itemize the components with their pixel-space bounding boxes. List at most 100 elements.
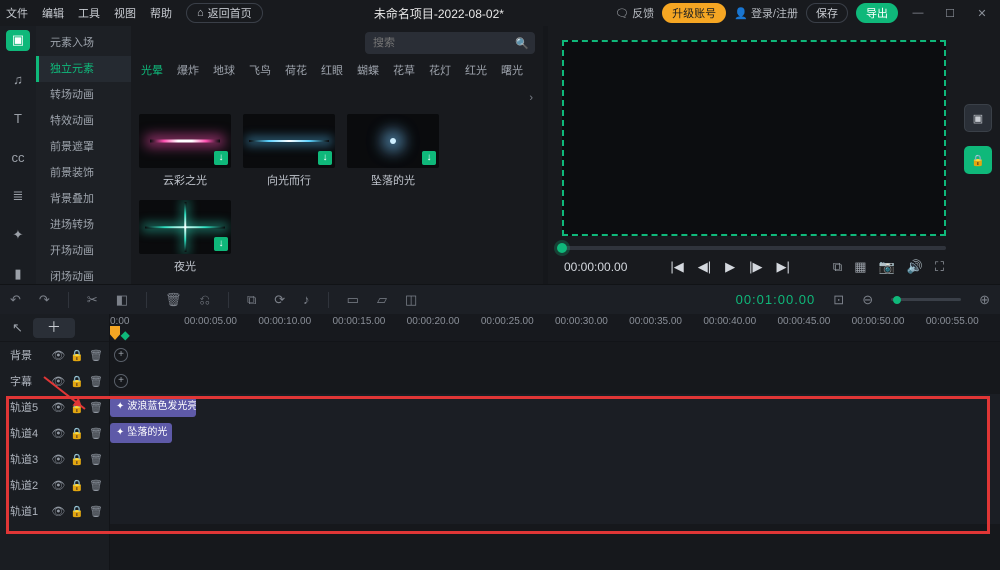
tag-item[interactable]: 曙光 [501,62,523,78]
playhead[interactable] [110,326,120,340]
timeline-clip[interactable]: ✦波浪蓝色发光亮片 [110,397,196,417]
download-icon[interactable]: ↓ [214,151,228,165]
track-lane[interactable]: + [110,342,1000,368]
track-lane[interactable] [110,446,1000,472]
fit-screen-button[interactable]: ▣ [964,104,992,132]
menu-edit[interactable]: 编辑 [42,5,64,21]
save-button[interactable]: 保存 [806,3,848,23]
asset-thumbnail[interactable]: ↓坠落的光 [347,114,439,188]
ungroup-icon[interactable]: ▱ [377,292,387,308]
category-item[interactable]: 前景遮罩 [36,134,131,160]
tag-item[interactable]: 光晕 [141,62,163,78]
lock-icon[interactable]: 🔒 [70,505,84,518]
visibility-icon[interactable]: 👁 [51,453,65,466]
delete-track-icon[interactable]: 🗑 [89,505,103,518]
crop-icon[interactable]: ⧉ [247,292,256,308]
rail-text-icon[interactable]: T [6,108,30,129]
visibility-icon[interactable]: 👁 [51,505,65,518]
category-item[interactable]: 前景装饰 [36,160,131,186]
next-frame-icon[interactable]: |▶ [749,259,762,275]
delete-track-icon[interactable]: 🗑 [89,349,103,362]
maximize-icon[interactable]: ☐ [938,7,962,20]
track-lane[interactable] [110,498,1000,524]
tag-item[interactable]: 爆炸 [177,62,199,78]
lock-icon[interactable]: 🔒 [70,453,84,466]
rail-folder-icon[interactable]: ▮ [6,263,30,284]
rail-media-icon[interactable]: ▣ [6,30,30,51]
tag-item[interactable]: 蝴蝶 [357,62,379,78]
track-lane[interactable] [110,472,1000,498]
lock-icon[interactable]: 🔒 [70,479,84,492]
add-clip-icon[interactable]: + [114,374,128,388]
visibility-icon[interactable]: 👁 [51,427,65,440]
progress-knob[interactable] [557,243,567,253]
tag-item[interactable]: 飞鸟 [249,62,271,78]
timeline-clip[interactable]: ✦坠落的光 [110,423,172,443]
layer-icon[interactable]: ◫ [405,292,417,308]
delete-track-icon[interactable]: 🗑 [89,375,103,388]
search-input[interactable] [373,37,515,49]
track-lane[interactable]: + [110,368,1000,394]
asset-thumbnail[interactable]: ↓云彩之光 [139,114,231,188]
menu-file[interactable]: 文件 [6,5,28,21]
ruler-marker[interactable]: ◆ [121,328,130,342]
search-icon[interactable]: 🔍 [515,37,529,50]
rail-caption-icon[interactable]: cc [6,147,30,168]
menu-view[interactable]: 视图 [114,5,136,21]
ripple-icon[interactable]: ⎌ [200,292,210,308]
rail-layers-icon[interactable]: ≣ [6,185,30,206]
track-lane[interactable]: ✦坠落的光 [110,420,1000,446]
lock-icon[interactable]: 🔒 [70,427,84,440]
download-icon[interactable]: ↓ [422,151,436,165]
return-home-button[interactable]: ⌂ 返回首页 [186,3,263,23]
goto-end-icon[interactable]: ▶| [777,259,790,275]
group-icon[interactable]: ▭ [347,292,359,308]
upgrade-button[interactable]: 升级账号 [662,3,726,23]
lock-icon[interactable]: 🔒 [70,375,84,388]
delete-track-icon[interactable]: 🗑 [89,453,103,466]
rail-effects-icon[interactable]: ✦ [6,224,30,245]
category-item[interactable]: 独立元素 [36,56,131,82]
marker-icon[interactable]: ◧ [116,292,128,308]
track-lane[interactable]: ✦波浪蓝色发光亮片 [110,394,1000,420]
prev-frame-icon[interactable]: ◀| [698,259,711,275]
audio-icon[interactable]: ♪ [303,292,310,307]
zoom-fit-icon[interactable]: ⊡ [833,292,844,308]
category-item[interactable]: 转场动画 [36,82,131,108]
tags-more-icon[interactable]: › [529,92,533,104]
aspect-icon[interactable]: ⧉ [833,259,842,275]
fullscreen-icon[interactable]: ⛶ [935,259,944,275]
safe-zone-button[interactable]: 🔒 [964,146,992,174]
delete-icon[interactable]: 🗑 [165,292,182,308]
zoom-out-icon[interactable]: ⊖ [862,292,873,308]
download-icon[interactable]: ↓ [214,237,228,251]
rail-audio-icon[interactable]: ♫ [6,69,30,90]
category-item[interactable]: 背景叠加 [36,186,131,212]
category-item[interactable]: 进场转场 [36,212,131,238]
preview-progress[interactable] [562,246,946,250]
tag-item[interactable]: 花灯 [429,62,451,78]
time-ruler[interactable]: 0:0000:00:05.0000:00:10.0000:00:15.0000:… [110,314,1000,342]
visibility-icon[interactable]: 👁 [51,401,65,414]
rotate-icon[interactable]: ⟳ [274,292,285,308]
redo-icon[interactable]: ↷ [39,292,50,308]
delete-track-icon[interactable]: 🗑 [89,401,103,414]
login-button[interactable]: 👤 登录/注册 [734,5,798,21]
add-clip-icon[interactable]: + [114,348,128,362]
tag-item[interactable]: 花草 [393,62,415,78]
menu-help[interactable]: 帮助 [150,5,172,21]
visibility-icon[interactable]: 👁 [51,479,65,492]
tag-item[interactable]: 红光 [465,62,487,78]
zoom-slider[interactable] [891,298,961,301]
export-button[interactable]: 导出 [856,3,898,23]
split-icon[interactable]: ✂ [87,292,98,308]
volume-icon[interactable]: 🔊 [907,259,923,275]
delete-track-icon[interactable]: 🗑 [89,479,103,492]
tag-item[interactable]: 红眼 [321,62,343,78]
close-icon[interactable]: ✕ [970,7,994,20]
delete-track-icon[interactable]: 🗑 [89,427,103,440]
timeline-canvas[interactable]: 0:0000:00:05.0000:00:10.0000:00:15.0000:… [110,314,1000,570]
preview-canvas[interactable] [562,40,946,236]
grid-icon[interactable]: ▦ [854,259,866,275]
add-track-button[interactable]: ＋ [33,318,75,338]
